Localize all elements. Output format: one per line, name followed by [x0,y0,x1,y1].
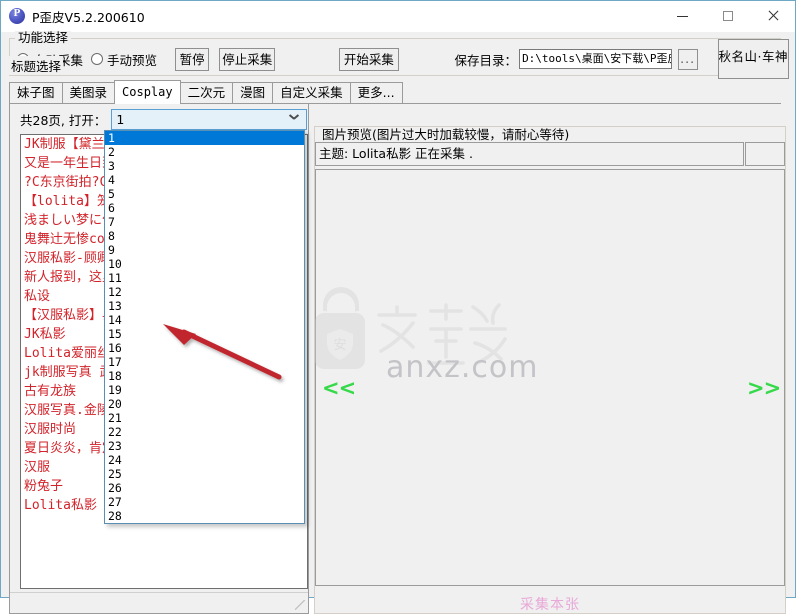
page-dropdown-option[interactable]: 10 [105,257,304,271]
page-dropdown-option[interactable]: 26 [105,481,304,495]
page-dropdown-option[interactable]: 19 [105,383,304,397]
page-dropdown-option[interactable]: 20 [105,397,304,411]
page-combobox-value: 1 [116,112,125,127]
application-window: P歪皮V5.2.200610 功能选择 自动采集 手动预览 暂停 停止采集 开始… [0,0,796,614]
page-dropdown-option[interactable]: 14 [105,313,304,327]
page-dropdown-option[interactable]: 8 [105,229,304,243]
chevron-down-icon [290,116,299,121]
tab-1[interactable]: 美图录 [61,82,116,104]
page-dropdown-option[interactable]: 21 [105,411,304,425]
page-dropdown-option[interactable]: 2 [105,145,304,159]
function-toolbar: 自动采集 手动预览 暂停 停止采集 开始采集 保存目录： D:\tools\桌面… [9,39,790,79]
subject-extra-box [745,142,785,166]
window-controls [660,1,795,31]
page-dropdown-option[interactable]: 28 [105,509,304,523]
window-title: P歪皮V5.2.200610 [32,9,145,25]
radio-manual-preview-dot [91,53,104,65]
title-select-legend: 标题选择 [9,56,64,75]
page-dropdown-option[interactable]: 6 [105,201,304,215]
tab-0[interactable]: 妹子图 [9,82,63,104]
page-dropdown-option[interactable]: 22 [105,425,304,439]
page-dropdown-popup[interactable]: 1 2 3 4 5 6 7 8 9 10 11 12 13 14 15 16 17 18 19 20 21 22 23 24 2… [104,130,305,524]
close-icon [767,10,779,22]
page-dropdown-option[interactable]: 3 [105,159,304,173]
page-dropdown-option[interactable]: 5 [105,187,304,201]
tab-6[interactable]: 更多... [349,82,403,104]
minimize-icon [677,15,688,17]
left-status-strip [10,592,308,613]
previous-image-button[interactable]: << [322,378,356,399]
app-logo-icon [9,7,25,24]
collect-current-label[interactable]: 采集本张 [315,594,785,614]
brand-button[interactable]: 秋名山·车神 [717,39,790,79]
save-directory-label: 保存目录： [454,52,518,68]
function-groupbox-legend: 功能选择 [15,31,72,44]
page-dropdown-option[interactable]: 1 [105,131,304,145]
page-dropdown-option[interactable]: 24 [105,453,304,467]
page-dropdown-option[interactable]: 7 [105,215,304,229]
radio-manual-preview[interactable]: 手动预览 [91,50,157,69]
page-dropdown-option[interactable]: 13 [105,299,304,313]
image-preview-area[interactable] [315,169,785,586]
page-dropdown-option[interactable]: 23 [105,439,304,453]
page-dropdown-option[interactable]: 12 [105,285,304,299]
save-directory-input[interactable]: D:\tools\桌面\安下载\P歪皮-多图采 [519,49,672,69]
page-dropdown-options: 1 2 3 4 5 6 7 8 9 10 11 12 13 14 15 16 17 18 19 20 21 22 23 24 2… [105,131,304,523]
minimize-button[interactable] [660,1,705,31]
tab-strip: 妹子图 美图录 Cosplay 二次元 漫图 自定义采集 更多... [9,80,781,104]
page-combobox[interactable]: 1 [111,109,308,130]
tab-4[interactable]: 漫图 [232,82,274,104]
next-image-button[interactable]: >> [747,378,781,399]
pause-button[interactable]: 暂停 [175,47,210,71]
stop-collect-button[interactable]: 停止采集 [219,47,276,71]
maximize-button[interactable] [705,1,750,31]
subject-status-text: 主题: Lolita私影 正在采集 . [315,142,744,166]
tab-3[interactable]: 二次元 [179,82,234,104]
page-dropdown-option[interactable]: 4 [105,173,304,187]
resize-grip-icon [295,600,305,610]
start-collect-button[interactable]: 开始采集 [339,47,399,71]
page-dropdown-option[interactable]: 18 [105,369,304,383]
page-dropdown-option[interactable]: 15 [105,327,304,341]
close-button[interactable] [750,1,795,31]
page-dropdown-option[interactable]: 17 [105,355,304,369]
page-selector-row: 共28页, 打开： 1 [20,109,308,130]
radio-manual-preview-label: 手动预览 [107,52,158,68]
page-count-label: 共28页, 打开： [20,113,107,128]
page-dropdown-option[interactable]: 11 [105,271,304,285]
tab-2[interactable]: Cosplay [114,80,181,104]
client-area: 功能选择 自动采集 手动预览 暂停 停止采集 开始采集 保存目录： D:\too… [1,31,795,614]
page-dropdown-option[interactable]: 27 [105,495,304,509]
page-dropdown-option[interactable]: 16 [105,341,304,355]
preview-panel-legend: 图片预览(图片过大时加载较慢，请耐心等待) [319,128,573,141]
subject-bar: 主题: Lolita私影 正在采集 . [315,142,785,166]
page-dropdown-option[interactable]: 25 [105,467,304,481]
page-dropdown-option[interactable]: 9 [105,243,304,257]
browse-directory-button[interactable]: ... [677,48,698,70]
maximize-icon [722,11,733,21]
tab-5[interactable]: 自定义采集 [272,82,351,104]
tab-list: 妹子图 美图录 Cosplay 二次元 漫图 自定义采集 更多... [9,80,403,104]
title-bar: P歪皮V5.2.200610 [1,1,795,32]
